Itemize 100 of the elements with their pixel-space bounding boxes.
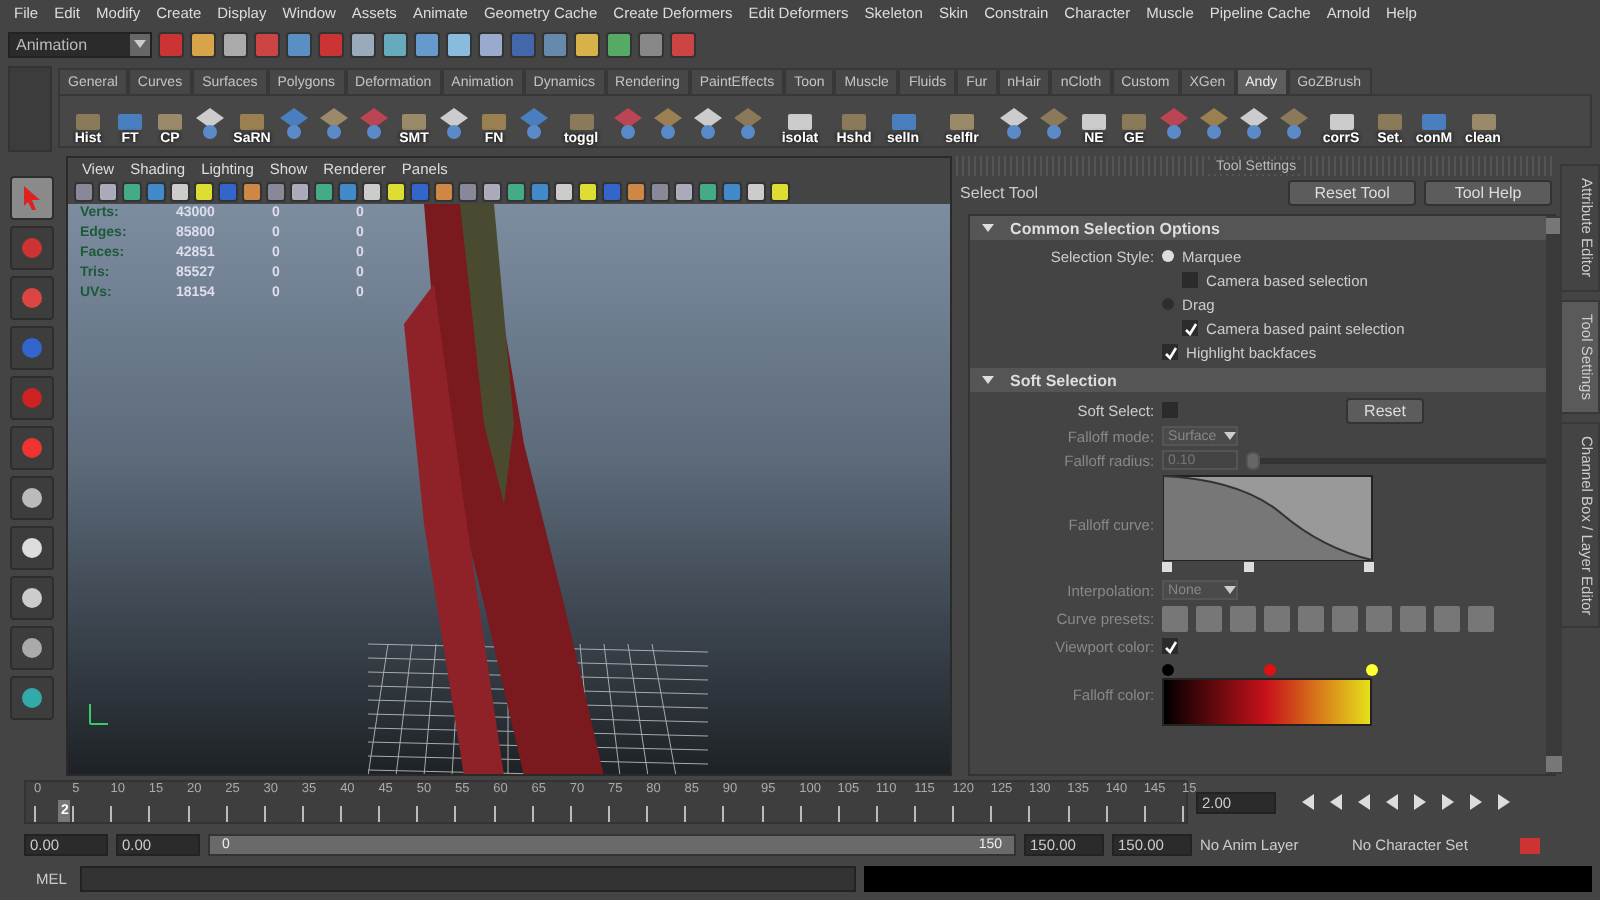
- toolbar-icon[interactable]: [606, 31, 632, 57]
- curve-preset-icon[interactable]: [1434, 605, 1461, 631]
- curve-preset-icon[interactable]: [1196, 605, 1223, 631]
- viewport-icon[interactable]: [241, 182, 262, 202]
- tool-icon: [948, 111, 976, 131]
- panel-button[interactable]: Reset Tool: [1288, 180, 1417, 206]
- tool-icon: [567, 111, 595, 131]
- tool-icon: [18, 534, 47, 562]
- tool-icon: [1420, 111, 1448, 131]
- tool-icon: [18, 684, 47, 712]
- checkmark-icon: [1163, 639, 1178, 653]
- tool-button[interactable]: [10, 626, 55, 670]
- toolbar-icon[interactable]: [382, 31, 408, 57]
- scrollbar[interactable]: [1546, 216, 1563, 774]
- tool-icon: [18, 284, 47, 312]
- falloff-curve-graph[interactable]: [1162, 474, 1379, 574]
- viewport-icon[interactable]: [97, 182, 118, 202]
- tool-icon: [1080, 111, 1108, 131]
- viewport-icon[interactable]: [625, 182, 646, 202]
- tool-button[interactable]: [10, 676, 55, 720]
- tool-button[interactable]: [10, 576, 55, 620]
- viewport-icon[interactable]: [433, 182, 454, 202]
- viewport-icon[interactable]: [577, 182, 598, 202]
- curve-preset-icon[interactable]: [1468, 605, 1495, 631]
- checkbox[interactable]: [1182, 272, 1199, 288]
- tool-icon: [400, 111, 428, 131]
- color-stop-icon[interactable]: [1264, 663, 1277, 675]
- viewport-icon[interactable]: [745, 182, 766, 202]
- section-header[interactable]: Soft Selection: [970, 368, 1547, 392]
- panel-button[interactable]: Tool Help: [1424, 180, 1553, 206]
- mode-dropdown[interactable]: Animation: [8, 31, 152, 57]
- tool-icon: [116, 111, 144, 131]
- viewport-icon[interactable]: [457, 182, 478, 202]
- toolbar-icon[interactable]: [190, 31, 216, 57]
- reset-button[interactable]: Reset: [1346, 397, 1424, 423]
- toolbar-icon[interactable]: [446, 31, 472, 57]
- tool-icon: [1120, 111, 1148, 131]
- caret-icon: [1224, 432, 1237, 440]
- toolbar-icon[interactable]: [350, 31, 376, 57]
- tool-icon: [18, 634, 47, 662]
- curve-preset-icon[interactable]: [1366, 605, 1393, 631]
- viewport-icon[interactable]: [769, 182, 790, 202]
- tool-name: Select Tool: [960, 184, 1041, 202]
- toolbar-icon[interactable]: [478, 31, 504, 57]
- toolbar-icon[interactable]: [638, 31, 664, 57]
- viewport-icon[interactable]: [73, 182, 94, 202]
- viewport-icon[interactable]: [697, 182, 718, 202]
- tool-icon: [786, 111, 814, 131]
- toolbar-icon[interactable]: [574, 31, 600, 57]
- tool-icon: [840, 111, 868, 131]
- tool-icon: [1469, 111, 1497, 131]
- viewport-icon[interactable]: [505, 182, 526, 202]
- tool-icon: [889, 111, 917, 131]
- tool-icon: [156, 111, 184, 131]
- tool-icon: [480, 111, 508, 131]
- viewport-icon[interactable]: [673, 182, 694, 202]
- viewport-icon[interactable]: [649, 182, 670, 202]
- tool-icon: [18, 234, 47, 262]
- soft-select-checkbox[interactable]: [1162, 402, 1179, 418]
- viewport-icon[interactable]: [481, 182, 502, 202]
- falloff-color-ramp[interactable]: [1162, 677, 1373, 725]
- tool-icon: [18, 584, 47, 612]
- color-stop-icon[interactable]: [1162, 663, 1175, 675]
- toolbar-icon[interactable]: [222, 31, 248, 57]
- viewport-icon[interactable]: [169, 182, 190, 202]
- tool-icon: [18, 484, 47, 512]
- tool-icon: [18, 334, 47, 362]
- viewport-icon[interactable]: [553, 182, 574, 202]
- viewport-icon[interactable]: [313, 182, 334, 202]
- toolbar-icon[interactable]: [670, 31, 696, 57]
- viewport-icon[interactable]: [121, 182, 142, 202]
- command-input[interactable]: [79, 866, 857, 892]
- axis-icon: [83, 700, 112, 728]
- color-stop-icon[interactable]: [1366, 663, 1379, 675]
- toolbar-icon[interactable]: [254, 31, 280, 57]
- toolbar-icon[interactable]: [414, 31, 440, 57]
- curve-preset-icon[interactable]: [1332, 605, 1359, 631]
- viewport-icon[interactable]: [265, 182, 286, 202]
- checkbox[interactable]: [1182, 320, 1199, 336]
- caret-icon: [1224, 586, 1237, 594]
- curve-preset-icon[interactable]: [1264, 605, 1291, 631]
- tool-button[interactable]: [10, 526, 55, 570]
- tool-icon: [18, 384, 47, 412]
- viewport-icon[interactable]: [193, 182, 214, 202]
- checkbox[interactable]: [1162, 344, 1179, 360]
- curve-preset-icon[interactable]: [1298, 605, 1325, 631]
- viewport-color-checkbox[interactable]: [1162, 638, 1179, 654]
- curve-preset-icon[interactable]: [1400, 605, 1427, 631]
- tool-icon: [238, 111, 266, 131]
- toolbar-icon[interactable]: [286, 31, 312, 57]
- viewport-icon[interactable]: [289, 182, 310, 202]
- tool-icon: [1327, 111, 1355, 131]
- tool-button[interactable]: [10, 476, 55, 520]
- viewport-icon[interactable]: [361, 182, 382, 202]
- section-header[interactable]: Common Selection Options: [970, 216, 1547, 240]
- toolbar-icon[interactable]: [542, 31, 568, 57]
- viewport-icon[interactable]: [385, 182, 406, 202]
- curve-preset-icon[interactable]: [1230, 605, 1257, 631]
- tool-icon: [74, 111, 102, 131]
- caret-icon: [134, 40, 146, 48]
